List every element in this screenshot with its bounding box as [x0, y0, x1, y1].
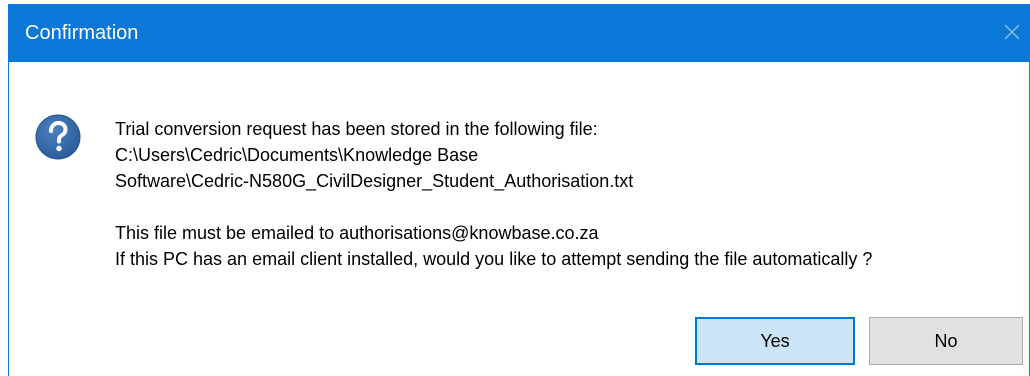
confirmation-dialog: Confirmation Trial conversion request ha… — [8, 4, 1030, 376]
message-line: Software\Cedric-N580G_CivilDesigner_Stud… — [115, 171, 634, 191]
message-line: This file must be emailed to authorisati… — [115, 223, 599, 243]
title-bar[interactable]: Confirmation — [8, 4, 1030, 62]
dialog-body: Trial conversion request has been stored… — [9, 62, 1029, 376]
close-icon[interactable] — [998, 18, 1026, 46]
message-line: Trial conversion request has been stored… — [115, 119, 598, 139]
message-spacer — [115, 194, 1020, 220]
yes-button[interactable]: Yes — [695, 317, 855, 365]
confirmation-message: Trial conversion request has been stored… — [115, 116, 1020, 272]
question-icon — [35, 114, 81, 160]
no-button[interactable]: No — [869, 317, 1023, 365]
message-line: C:\Users\Cedric\Documents\Knowledge Base — [115, 145, 479, 165]
window-title: Confirmation — [25, 22, 139, 44]
message-line: If this PC has an email client installed… — [115, 249, 873, 269]
